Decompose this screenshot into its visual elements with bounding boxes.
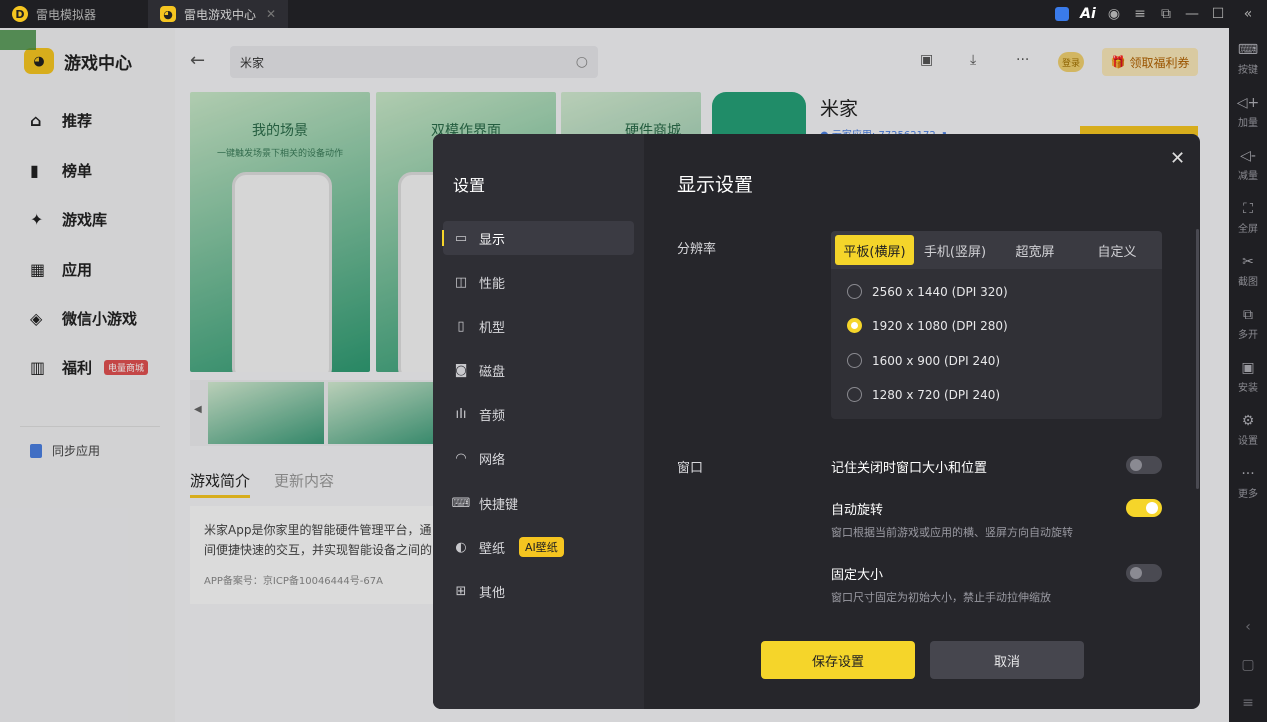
- minimize-icon[interactable]: —: [1179, 0, 1205, 28]
- palette-icon: ◐: [455, 539, 467, 555]
- menu-item-network[interactable]: ◠ 网络: [443, 441, 634, 475]
- fullscreen-icon: ⛶: [1243, 200, 1253, 217]
- toolbar-keymap[interactable]: ⌨ 按键: [1229, 32, 1267, 85]
- remember-window-toggle[interactable]: [1126, 456, 1162, 474]
- maximize-icon[interactable]: ☐: [1205, 0, 1231, 28]
- menu-item-other[interactable]: ⊞ 其他: [443, 574, 634, 608]
- menu-icon[interactable]: ≡: [1127, 0, 1153, 28]
- collapse-sidebar-icon[interactable]: «: [1229, 0, 1267, 28]
- toolbar-settings[interactable]: ⚙ 设置: [1229, 403, 1267, 456]
- audio-icon: ıIı: [455, 406, 467, 422]
- toolbar-more[interactable]: ··· 更多: [1229, 456, 1267, 509]
- restore-window-icon[interactable]: ⧉: [1153, 0, 1179, 28]
- menu-item-disk[interactable]: ◙ 磁盘: [443, 353, 634, 387]
- wifi-icon: ◠: [455, 450, 467, 466]
- menu-item-display[interactable]: ▭ 显示: [442, 221, 634, 255]
- close-dialog-icon[interactable]: ✕: [1170, 148, 1185, 169]
- resolution-tabs: 平板(横屏) 手机(竖屏) 超宽屏 自定义: [831, 231, 1162, 269]
- tab-game-center[interactable]: ◕ 雷电游戏中心 ✕: [148, 0, 288, 28]
- radio-button[interactable]: [847, 353, 862, 368]
- tab-ultrawide[interactable]: 超宽屏: [997, 235, 1073, 265]
- resolution-option[interactable]: 1600 x 900 (DPI 240): [847, 353, 1000, 368]
- android-back-icon[interactable]: ‹: [1229, 608, 1267, 646]
- radio-button[interactable]: [847, 284, 862, 299]
- cancel-button[interactable]: 取消: [930, 641, 1084, 679]
- auto-rotate-description: 窗口根据当前游戏或应用的横、竖屏方向自动旋转: [831, 526, 1073, 539]
- menu-item-audio[interactable]: ıIı 音频: [443, 397, 634, 431]
- menu-item-performance[interactable]: ◫ 性能: [443, 265, 634, 299]
- save-settings-button[interactable]: 保存设置: [761, 641, 915, 679]
- fixed-size-label: 固定大小: [831, 568, 884, 583]
- resolution-option[interactable]: 2560 x 1440 (DPI 320): [847, 284, 1008, 299]
- ai-wallpaper-badge: AI壁纸: [519, 537, 564, 557]
- monitor-icon: ▭: [454, 230, 468, 246]
- remember-window-label: 记住关闭时窗口大小和位置: [831, 461, 988, 476]
- settings-menu: 设置 ▭ 显示 ◫ 性能 ▯ 机型 ◙ 磁盘 ıIı 音频 ◠ 网络 ⌨ 快捷键 ◐ 壁纸 AI壁…: [433, 134, 644, 709]
- tab-label: 雷电游戏中心: [184, 7, 257, 22]
- tab-custom[interactable]: 自定义: [1079, 235, 1155, 265]
- radio-button-selected[interactable]: [847, 318, 862, 333]
- settings-dialog: 设置 ▭ 显示 ◫ 性能 ▯ 机型 ◙ 磁盘 ıIı 音频 ◠ 网络 ⌨ 快捷键 ◐ 壁纸 AI壁…: [433, 134, 1200, 709]
- close-tab-icon[interactable]: ✕: [266, 7, 276, 21]
- settings-icon: ⚙: [1241, 412, 1255, 429]
- right-toolbar: « ⌨ 按键 ◁+ 加量 ◁- 减量 ⛶ 全屏 ✂ 截图 ⧉ 多开 ▣ 安装 ⚙ 设置 ··· 更…: [1229, 0, 1267, 722]
- title-bar: D 雷电模拟器 ◕ 雷电游戏中心 ✕ Ai ◉ ≡ ⧉ — ☐ ✕: [0, 0, 1267, 28]
- section-title: 显示设置: [677, 174, 754, 196]
- menu-item-model[interactable]: ▯ 机型: [443, 309, 634, 343]
- fixed-size-description: 窗口尺寸固定为初始大小，禁止手动拉伸缩放: [831, 591, 1051, 604]
- resolution-panel: 平板(横屏) 手机(竖屏) 超宽屏 自定义 2560 x 1440 (DPI 3…: [831, 231, 1162, 419]
- disk-icon: ◙: [454, 362, 468, 378]
- performance-icon: ◫: [454, 274, 468, 290]
- resolution-option[interactable]: 1280 x 720 (DPI 240): [847, 387, 1000, 402]
- tab-label: 雷电模拟器: [36, 7, 97, 22]
- ai-assistant-button[interactable]: Ai: [1075, 0, 1101, 28]
- toolbar-volume-down[interactable]: ◁- 减量: [1229, 138, 1267, 191]
- resolution-option[interactable]: 1920 x 1080 (DPI 280): [847, 318, 1008, 333]
- keyboard-icon: ⌨: [1237, 41, 1259, 58]
- window-label: 窗口: [677, 461, 704, 476]
- menu-item-shortcuts[interactable]: ⌨ 快捷键: [443, 486, 634, 520]
- keyboard-icon: ⌨: [451, 495, 471, 511]
- tab-tablet-landscape[interactable]: 平板(横屏): [835, 235, 914, 265]
- game-center-logo-icon: ◕: [160, 6, 176, 22]
- phone-model-icon: ▯: [457, 318, 465, 334]
- toolbar-volume-up[interactable]: ◁+ 加量: [1229, 85, 1267, 138]
- ldplayer-logo-icon: D: [12, 6, 28, 22]
- grid-icon: ⊞: [455, 583, 467, 599]
- radio-button[interactable]: [847, 387, 862, 402]
- apk-install-icon: ▣: [1241, 359, 1255, 376]
- volume-down-icon: ◁-: [1240, 147, 1256, 164]
- dialog-scrollbar[interactable]: [1196, 229, 1199, 489]
- dialog-title: 设置: [453, 176, 486, 195]
- android-recents-icon[interactable]: ≡: [1229, 684, 1267, 722]
- toolbar-multi-instance[interactable]: ⧉ 多开: [1229, 297, 1267, 350]
- toolbar-fullscreen[interactable]: ⛶ 全屏: [1229, 191, 1267, 244]
- multi-instance-icon: ⧉: [1243, 306, 1253, 323]
- resolution-label: 分辨率: [677, 242, 717, 257]
- auto-rotate-toggle[interactable]: [1126, 499, 1162, 517]
- android-home-icon[interactable]: ▢: [1229, 646, 1267, 684]
- toolbar-screenshot[interactable]: ✂ 截图: [1229, 244, 1267, 297]
- fixed-size-toggle[interactable]: [1126, 564, 1162, 582]
- toolbar-install[interactable]: ▣ 安装: [1229, 350, 1267, 403]
- account-icon[interactable]: ◉: [1101, 0, 1127, 28]
- tab-phone-portrait[interactable]: 手机(竖屏): [917, 235, 993, 265]
- auto-rotate-label: 自动旋转: [831, 503, 884, 518]
- more-icon: ···: [1241, 465, 1255, 482]
- lightning-app-icon[interactable]: [1049, 0, 1075, 28]
- volume-up-icon: ◁+: [1236, 94, 1260, 111]
- tab-ldplayer[interactable]: D 雷电模拟器: [0, 0, 148, 28]
- scissors-icon: ✂: [1242, 253, 1254, 270]
- menu-item-wallpaper[interactable]: ◐ 壁纸 AI壁纸: [443, 530, 634, 564]
